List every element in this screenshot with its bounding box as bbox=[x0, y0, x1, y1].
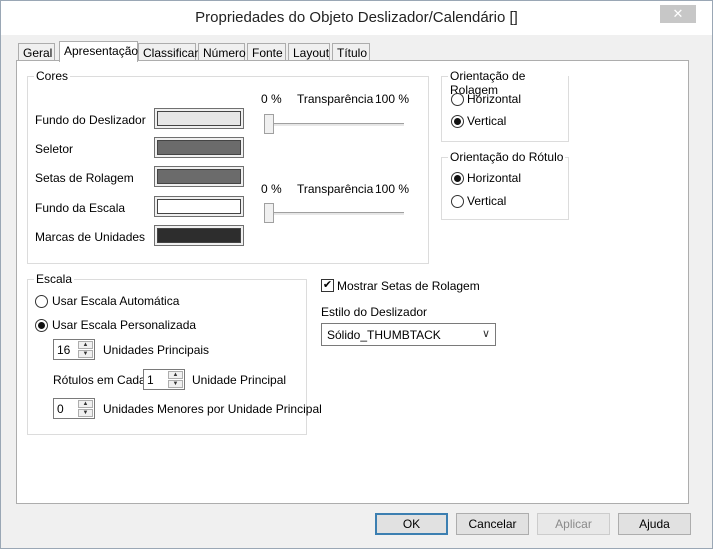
escala-legend: Escala bbox=[34, 272, 75, 286]
unidades-principais-label: Unidades Principais bbox=[103, 343, 210, 357]
spin-down-icon[interactable]: ▼ bbox=[168, 380, 183, 388]
rotulo-vertical-radio[interactable] bbox=[451, 195, 464, 208]
tab-classificar[interactable]: Classificar bbox=[138, 43, 198, 61]
tab-fonte[interactable]: Fonte bbox=[247, 43, 286, 61]
escala-automatica-radio[interactable] bbox=[35, 295, 48, 308]
spin-down-icon[interactable]: ▼ bbox=[78, 350, 93, 358]
properties-dialog: Propriedades do Objeto Deslizador/Calend… bbox=[0, 0, 713, 549]
tab-titulo[interactable]: Título bbox=[332, 43, 370, 61]
radio-selected-dot bbox=[38, 322, 45, 329]
fundo-escala-label: Fundo da Escala bbox=[35, 201, 126, 215]
rotulos-value: 1 bbox=[147, 373, 154, 387]
apply-button[interactable]: Aplicar bbox=[537, 513, 610, 535]
ok-button[interactable]: OK bbox=[375, 513, 448, 535]
unidades-principais-spinner[interactable]: 16 ▲ ▼ bbox=[53, 339, 95, 360]
rolagem-vertical-radio[interactable] bbox=[451, 115, 464, 128]
title-bar: Propriedades do Objeto Deslizador/Calend… bbox=[1, 1, 712, 35]
unidade-principal-label: Unidade Principal bbox=[192, 373, 287, 387]
tab-geral[interactable]: Geral bbox=[18, 43, 55, 61]
transparency-slider-thumb[interactable] bbox=[264, 114, 274, 134]
cores-group: Cores Fundo do Deslizador Seletor Setas … bbox=[27, 69, 429, 264]
setas-rolagem-label: Setas de Rolagem bbox=[35, 171, 134, 185]
transparency-slider-thumb-2[interactable] bbox=[264, 203, 274, 223]
transparency-title: Transparência bbox=[297, 92, 374, 106]
close-button[interactable]: ✕ bbox=[660, 5, 696, 23]
tab-apresentacao[interactable]: Apresentação bbox=[59, 41, 138, 62]
marcas-unidades-label: Marcas de Unidades bbox=[35, 230, 146, 244]
spin-down-icon[interactable]: ▼ bbox=[78, 409, 93, 417]
unidades-menores-label: Unidades Menores por Unidade Principal bbox=[103, 402, 322, 416]
color-swatch bbox=[157, 199, 241, 214]
fundo-deslizador-label: Fundo do Deslizador bbox=[35, 113, 146, 127]
color-swatch bbox=[157, 111, 241, 126]
cores-legend: Cores bbox=[34, 69, 71, 83]
fundo-escala-color-button[interactable] bbox=[154, 196, 244, 217]
orientacao-rotulo-legend: Orientação do Rótulo bbox=[448, 150, 566, 164]
transparency-min-label-2: 0 % bbox=[261, 182, 282, 196]
transparency-max-label: 100 % bbox=[375, 92, 410, 106]
mostrar-setas-checkbox[interactable]: ✔ bbox=[321, 279, 334, 292]
unidades-principais-value: 16 bbox=[57, 343, 71, 357]
estilo-deslizador-label: Estilo do Deslizador bbox=[321, 305, 428, 319]
transparency-slider-track-2[interactable] bbox=[264, 212, 404, 215]
mostrar-setas-label: Mostrar Setas de Rolagem bbox=[337, 279, 480, 293]
help-button[interactable]: Ajuda bbox=[618, 513, 691, 535]
estilo-deslizador-value: Sólido_THUMBTACK bbox=[327, 328, 441, 342]
transparency-title-2: Transparência bbox=[297, 182, 374, 196]
escala-personalizada-radio[interactable] bbox=[35, 319, 48, 332]
rotulo-horizontal-radio[interactable] bbox=[451, 172, 464, 185]
color-swatch bbox=[157, 228, 241, 243]
close-icon: ✕ bbox=[672, 6, 684, 21]
tab-panel-apresentacao: Cores Fundo do Deslizador Seletor Setas … bbox=[16, 60, 689, 504]
unidades-menores-spinner[interactable]: 0 ▲ ▼ bbox=[53, 398, 95, 419]
fundo-deslizador-color-button[interactable] bbox=[154, 108, 244, 129]
rotulos-spinner[interactable]: 1 ▲ ▼ bbox=[143, 369, 185, 390]
chevron-down-icon: ∨ bbox=[481, 328, 490, 340]
spin-up-icon[interactable]: ▲ bbox=[78, 400, 93, 408]
radio-selected-dot bbox=[454, 118, 461, 125]
color-swatch bbox=[157, 169, 241, 184]
transparency-max-label-2: 100 % bbox=[375, 182, 410, 196]
tab-numero[interactable]: Número bbox=[198, 43, 246, 61]
transparency-min-label: 0 % bbox=[261, 92, 282, 106]
rotulo-horizontal-label: Horizontal bbox=[467, 171, 522, 185]
seletor-label: Seletor bbox=[35, 142, 74, 156]
checkmark-icon: ✔ bbox=[322, 279, 333, 291]
setas-rolagem-color-button[interactable] bbox=[154, 166, 244, 187]
cancel-button[interactable]: Cancelar bbox=[456, 513, 529, 535]
orientacao-rolagem-group: Orientação de Rolagem Horizontal Vertica… bbox=[441, 69, 569, 142]
estilo-deslizador-select[interactable]: Sólido_THUMBTACK ∨ bbox=[321, 323, 496, 346]
rotulos-em-cada-label: Rótulos em Cada bbox=[53, 373, 146, 387]
escala-group: Escala Usar Escala Automática Usar Escal… bbox=[27, 272, 322, 435]
transparency-slider-track[interactable] bbox=[264, 123, 404, 126]
tab-layout[interactable]: Layout bbox=[288, 43, 330, 61]
orientacao-rotulo-group: Orientação do Rótulo Horizontal Vertical bbox=[441, 150, 569, 220]
spin-up-icon[interactable]: ▲ bbox=[168, 371, 183, 379]
unidades-menores-value: 0 bbox=[57, 402, 64, 416]
color-swatch bbox=[157, 140, 241, 155]
rolagem-horizontal-radio[interactable] bbox=[451, 93, 464, 106]
rotulo-vertical-label: Vertical bbox=[467, 194, 507, 208]
escala-personalizada-label: Usar Escala Personalizada bbox=[52, 318, 197, 332]
radio-selected-dot bbox=[454, 175, 461, 182]
spin-up-icon[interactable]: ▲ bbox=[78, 341, 93, 349]
rolagem-horizontal-label: Horizontal bbox=[467, 92, 522, 106]
window-title: Propriedades do Objeto Deslizador/Calend… bbox=[195, 9, 518, 26]
seletor-color-button[interactable] bbox=[154, 137, 244, 158]
marcas-unidades-color-button[interactable] bbox=[154, 225, 244, 246]
rolagem-vertical-label: Vertical bbox=[467, 114, 507, 128]
escala-automatica-label: Usar Escala Automática bbox=[52, 294, 180, 308]
